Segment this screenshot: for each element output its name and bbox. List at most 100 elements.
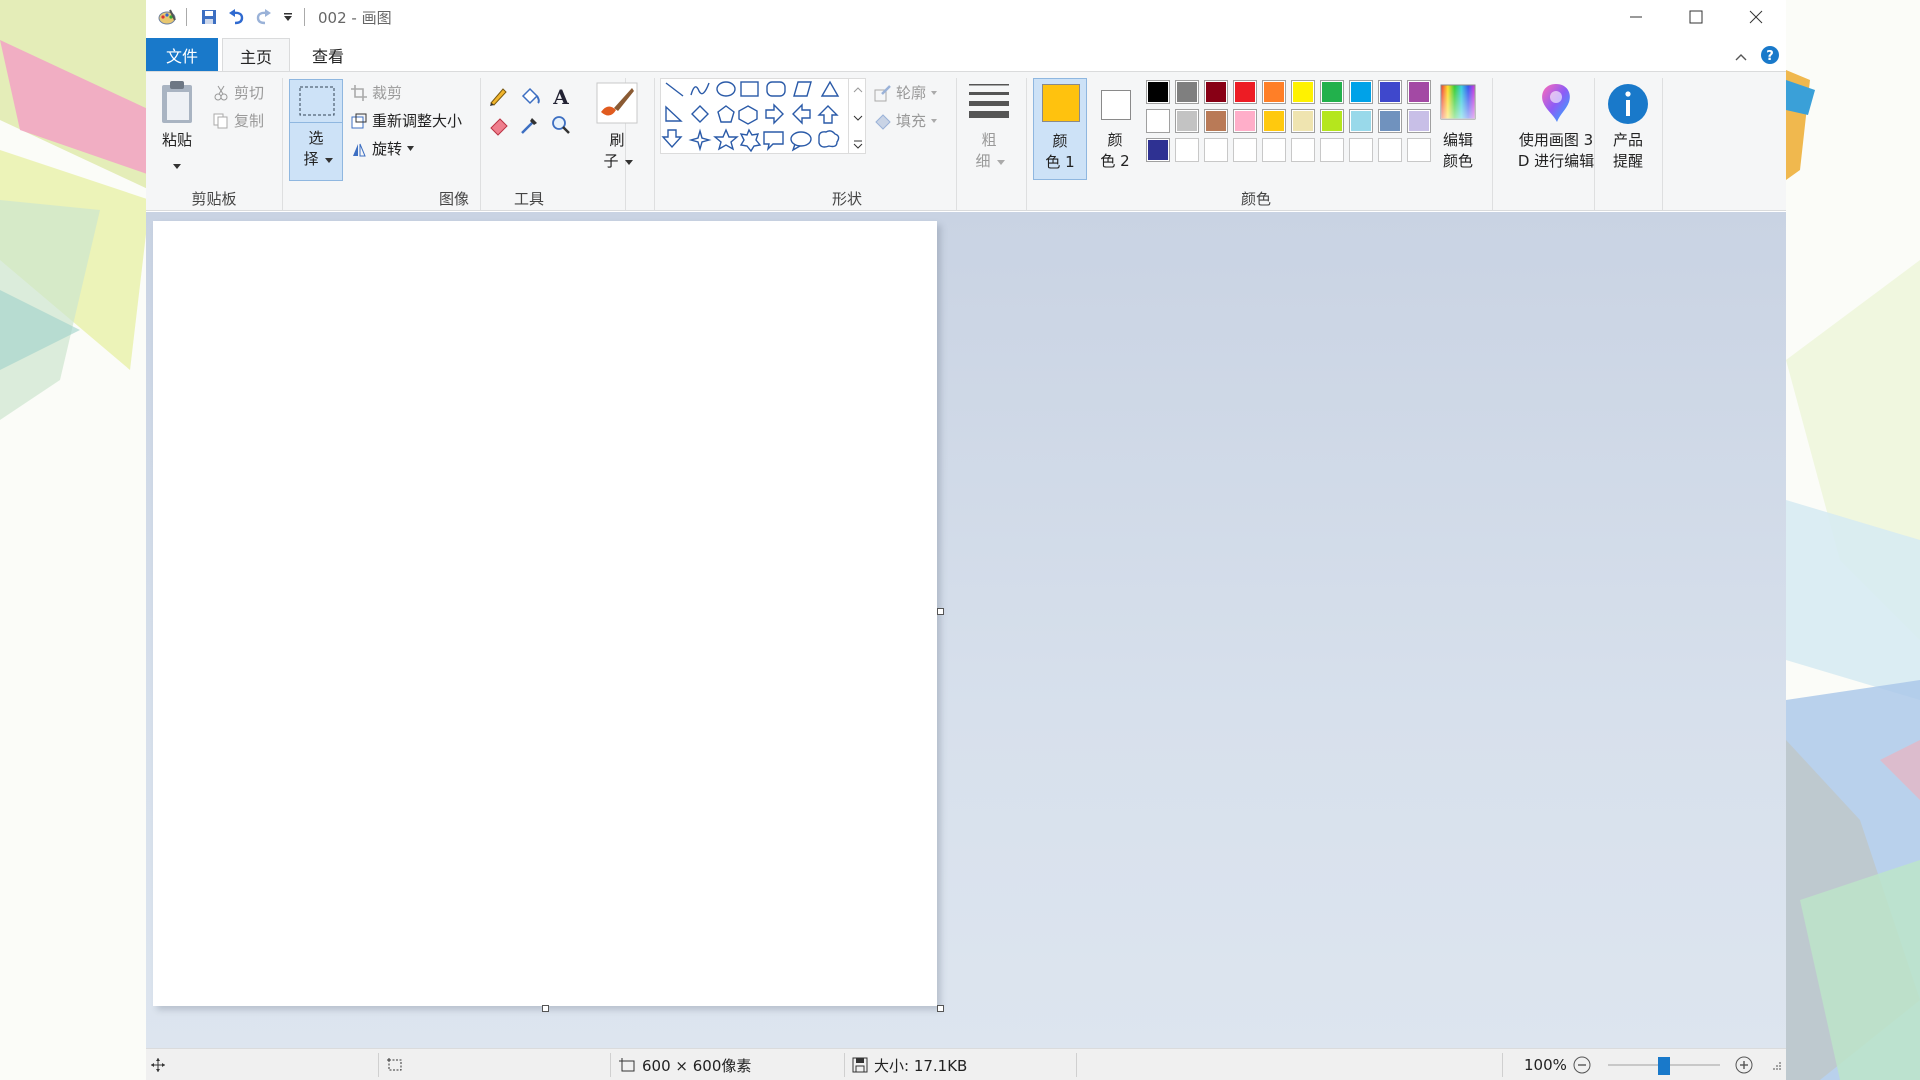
shapes-icons bbox=[661, 80, 840, 153]
eraser-icon[interactable] bbox=[488, 114, 510, 136]
copy-icon bbox=[212, 112, 230, 130]
product-alert-icon[interactable] bbox=[1606, 82, 1650, 126]
color1-button[interactable]: 颜 色 1 bbox=[1033, 78, 1087, 180]
paint3d-icon[interactable] bbox=[1536, 80, 1576, 124]
brushes-dropdown-icon[interactable] bbox=[624, 158, 634, 166]
palette-swatch[interactable] bbox=[1262, 109, 1286, 133]
fill-shape-icon bbox=[874, 112, 892, 130]
tab-view[interactable]: 查看 bbox=[294, 38, 362, 71]
crop-button[interactable]: 裁剪 bbox=[350, 82, 402, 103]
zoom-slider-thumb[interactable] bbox=[1658, 1057, 1670, 1075]
palette-swatch[interactable] bbox=[1320, 80, 1344, 104]
palette-swatch[interactable] bbox=[1233, 109, 1257, 133]
zoom-out-button[interactable] bbox=[1572, 1049, 1592, 1080]
palette-swatch[interactable] bbox=[1146, 80, 1170, 104]
palette-swatch[interactable] bbox=[1320, 138, 1344, 162]
palette-swatch[interactable] bbox=[1175, 80, 1199, 104]
edit-colors-icon[interactable] bbox=[1438, 82, 1478, 122]
palette-swatch[interactable] bbox=[1204, 109, 1228, 133]
tab-file[interactable]: 文件 bbox=[146, 38, 218, 71]
brush-icon[interactable] bbox=[596, 82, 638, 124]
zoom-in-button[interactable] bbox=[1734, 1049, 1754, 1080]
paste-button-label[interactable]: 粘贴 bbox=[160, 130, 194, 151]
paste-icon[interactable] bbox=[158, 80, 196, 126]
palette-swatch[interactable] bbox=[1291, 138, 1315, 162]
fill-button[interactable]: 填充 bbox=[874, 110, 938, 131]
fill-dropdown-icon bbox=[931, 118, 938, 123]
palette-swatch[interactable] bbox=[1378, 80, 1402, 104]
paint-app-icon[interactable] bbox=[156, 6, 178, 28]
ribbon-home: 粘贴 剪切 复制 剪贴板 选 择 裁剪 重新调整大小 旋转 图像 A 工具 刷 … bbox=[146, 71, 1786, 211]
save-icon[interactable] bbox=[198, 6, 220, 28]
palette-swatch[interactable] bbox=[1407, 80, 1431, 104]
customize-quick-access-icon[interactable] bbox=[280, 6, 296, 28]
palette-swatch[interactable] bbox=[1378, 138, 1402, 162]
color2-label-1: 颜 bbox=[1107, 131, 1123, 149]
minimize-button[interactable] bbox=[1606, 0, 1666, 34]
palette-swatch[interactable] bbox=[1233, 138, 1257, 162]
palette-swatch[interactable] bbox=[1146, 109, 1170, 133]
palette-swatch[interactable] bbox=[1378, 109, 1402, 133]
color1-label-1: 颜 bbox=[1052, 132, 1068, 150]
copy-label: 复制 bbox=[234, 112, 265, 130]
palette-swatch[interactable] bbox=[1407, 109, 1431, 133]
palette-swatch[interactable] bbox=[1262, 138, 1286, 162]
pencil-icon[interactable] bbox=[488, 86, 510, 108]
palette-swatch[interactable] bbox=[1146, 138, 1170, 162]
help-icon[interactable]: ? bbox=[1760, 45, 1780, 65]
palette-swatch[interactable] bbox=[1349, 80, 1373, 104]
palette-swatch[interactable] bbox=[1233, 80, 1257, 104]
palette-swatch[interactable] bbox=[1291, 109, 1315, 133]
tab-home[interactable]: 主页 bbox=[222, 38, 290, 72]
size-label-1[interactable]: 粗 bbox=[968, 130, 1010, 151]
cut-button[interactable]: 剪切 bbox=[212, 82, 264, 103]
magnifier-icon[interactable] bbox=[550, 114, 572, 136]
shapes-scroll[interactable] bbox=[848, 78, 866, 154]
collapse-ribbon-icon[interactable] bbox=[1734, 48, 1750, 64]
palette-swatch[interactable] bbox=[1320, 109, 1344, 133]
brushes-label-1[interactable]: 刷 bbox=[596, 130, 638, 151]
resize-grip-icon[interactable] bbox=[1770, 1049, 1782, 1080]
copy-button[interactable]: 复制 bbox=[212, 110, 264, 131]
paint-window: 002 - 画图 文件 主页 查看 ? 粘贴 剪切 复制 剪贴板 选 择 裁剪 … bbox=[146, 0, 1786, 1080]
resize-handle-bottom[interactable] bbox=[542, 1005, 549, 1012]
color2-swatch bbox=[1101, 90, 1131, 120]
title-bar: 002 - 画图 bbox=[146, 0, 1786, 34]
resize-handle-right[interactable] bbox=[937, 608, 944, 615]
redo-icon[interactable] bbox=[252, 6, 274, 28]
palette-swatch[interactable] bbox=[1407, 138, 1431, 162]
select-button[interactable]: 选 择 bbox=[289, 79, 343, 181]
canvas-workspace[interactable] bbox=[146, 212, 1786, 1048]
color-picker-icon[interactable] bbox=[519, 114, 541, 136]
fill-bucket-icon[interactable] bbox=[519, 86, 541, 108]
shapes-group-label: 形状 bbox=[831, 190, 862, 208]
resize-button[interactable]: 重新调整大小 bbox=[350, 110, 462, 131]
palette-swatch[interactable] bbox=[1349, 109, 1373, 133]
size-dropdown-icon[interactable] bbox=[996, 158, 1006, 166]
line-size-icon[interactable] bbox=[968, 82, 1010, 120]
palette-swatch[interactable] bbox=[1291, 80, 1315, 104]
maximize-button[interactable] bbox=[1666, 0, 1726, 34]
close-button[interactable] bbox=[1726, 0, 1786, 34]
group-divider bbox=[1662, 78, 1663, 210]
palette-swatch[interactable] bbox=[1204, 80, 1228, 104]
color2-button[interactable]: 颜 色 2 bbox=[1089, 78, 1143, 180]
product-alert-label-1[interactable]: 产品 bbox=[1598, 130, 1658, 151]
rotate-button[interactable]: 旋转 bbox=[350, 138, 415, 159]
palette-swatch[interactable] bbox=[1175, 109, 1199, 133]
paste-dropdown-icon[interactable] bbox=[172, 156, 182, 169]
product-alert-label-2[interactable]: 提醒 bbox=[1598, 151, 1658, 172]
drawing-canvas[interactable] bbox=[153, 221, 937, 1006]
palette-swatch[interactable] bbox=[1349, 138, 1373, 162]
palette-swatch[interactable] bbox=[1175, 138, 1199, 162]
resize-handle-corner[interactable] bbox=[937, 1005, 944, 1012]
text-tool-icon[interactable]: A bbox=[550, 84, 572, 109]
color-palette bbox=[1146, 80, 1436, 166]
palette-swatch[interactable] bbox=[1262, 80, 1286, 104]
edit-colors-label-2[interactable]: 颜色 bbox=[1434, 151, 1482, 172]
group-divider bbox=[956, 78, 957, 210]
edit-colors-label-1[interactable]: 编辑 bbox=[1434, 130, 1482, 151]
palette-swatch[interactable] bbox=[1204, 138, 1228, 162]
undo-icon[interactable] bbox=[226, 6, 248, 28]
outline-button[interactable]: 轮廓 bbox=[874, 82, 938, 103]
